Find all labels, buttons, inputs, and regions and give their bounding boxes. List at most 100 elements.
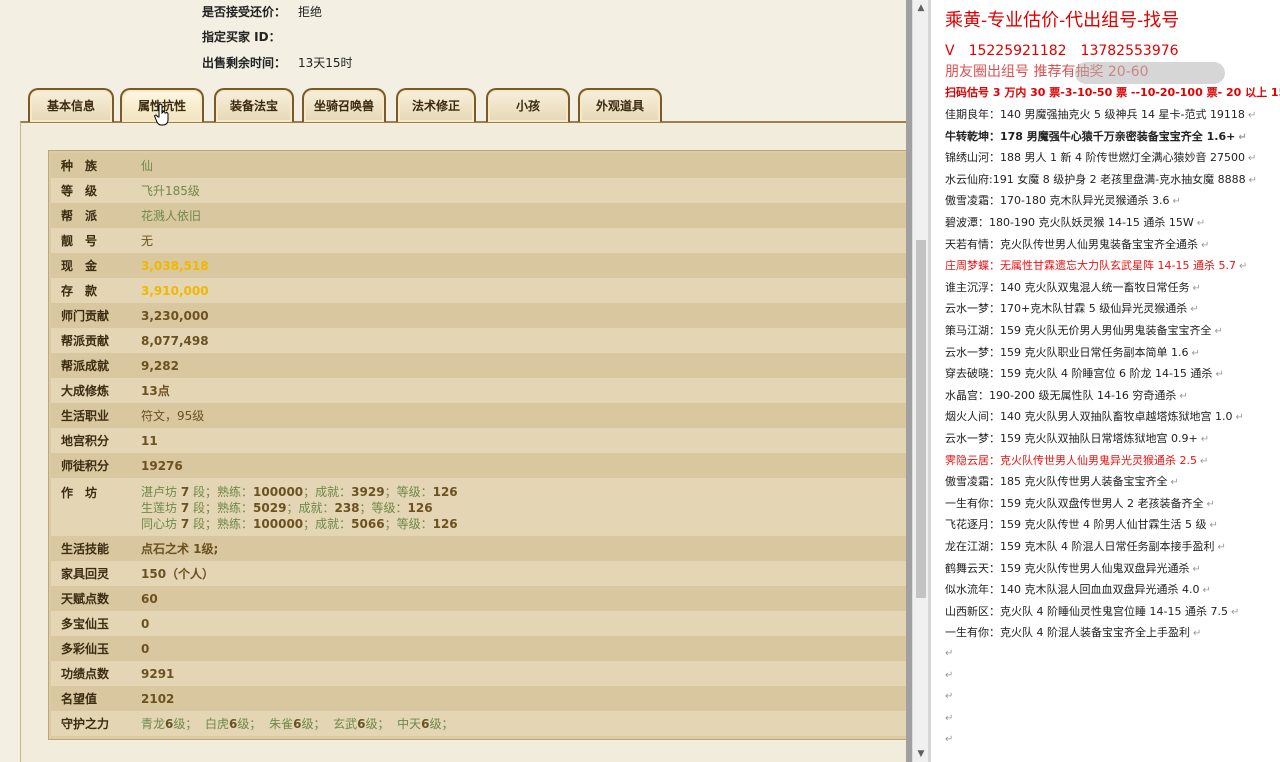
listing-line: 鹤舞云天：159 克火队传世男人仙鬼双盘异光通杀 ↵ [945, 560, 1201, 576]
attr-value: 9291 [141, 666, 175, 681]
listing-line: 庄周梦蝶：无属性甘霖遗忘大力队玄武星阵 14-15 通杀 5.7 ↵ [945, 257, 1247, 273]
guardian-unit: 级； [237, 717, 262, 731]
attr-value: 0 [141, 641, 150, 656]
listing-text: 一生有你：159 克火队双盘传世男人 2 老孩装备齐全 [945, 496, 1204, 510]
guardian-unit: 级； [173, 717, 198, 731]
workshop-grade: 126 [432, 485, 458, 499]
attr-key: 帮派成就 [61, 359, 110, 373]
listing-text: 碧波潭：180-190 克火队妖灵猴 14-15 通杀 15W [945, 216, 1194, 229]
attr-key: 多宝仙玉 [61, 617, 110, 631]
table-row: 多宝仙玉 0 [51, 611, 909, 636]
attr-value: 13点 [141, 384, 170, 398]
seller-notice-panel: 乘黄-专业估价-代出组号-找号 V 15225921182 1378255397… [928, 0, 1280, 762]
workshop-name: 同心坊 [141, 517, 178, 531]
workshop-achv: 5066 [351, 517, 385, 531]
attr-key: 现 金 [61, 259, 98, 273]
listing-line: 天若有情：克火队传世男人仙男鬼装备宝宝齐全通杀 ↵ [945, 236, 1209, 252]
return-mark-icon: ↵ [1200, 434, 1210, 445]
table-row: 功绩点数 9291 [51, 661, 909, 686]
guardian-list: 青龙6级； 白虎6级； 朱雀6级； 玄武6级； 中天6级； [139, 715, 454, 732]
return-mark-icon: ↵ [1238, 261, 1248, 273]
return-mark-icon: ↵ [1206, 498, 1215, 510]
workshop-achv-label: ；成就： [286, 501, 335, 515]
attr-key: 师门贡献 [61, 309, 110, 323]
workshop-grade-label: ；等级： [384, 517, 433, 531]
accept-counter-row: 是否接受还价： 拒绝 [202, 3, 322, 20]
scrollbar-thumb[interactable] [916, 240, 926, 598]
workshop-grade-label: ；等级： [359, 501, 408, 515]
listing-line: 霁隐云居：克火队传世男人仙男鬼异光灵猴通杀 2.5 ↵ [945, 452, 1208, 468]
remaining-time-label: 出售剩余时间： [202, 56, 287, 70]
listing-text: 鹤舞云天：159 克火队传世男人仙鬼双盘异光通杀 [945, 561, 1190, 575]
listing-line: 牛转乾坤：178 男魔强牛心猿千万亲密装备宝宝齐全 1.6+ ↵ [945, 128, 1247, 144]
watermark-overlay [1075, 62, 1225, 84]
notice-phone: V 15225921182 13782553976 [945, 43, 1179, 59]
listing-text: 傲雪凌霜：185 克火队传世男人装备宝宝齐全 [945, 475, 1168, 489]
return-mark-icon: ↵ [1235, 412, 1244, 424]
guardian-unit: 级； [429, 717, 454, 731]
listing-text: 谁主沉浮：140 克火队双鬼混人统一畜牧日常任务 [945, 280, 1190, 294]
attr-key: 存 款 [61, 284, 98, 298]
listing-text: 飞花逐月：159 克火队传世 4 阶男人仙甘霖生活 5 级 [945, 518, 1207, 532]
listing-line: 锦绣山河：188 男人 1 新 4 阶传世燃灯全满心猿妙音 27500 ↵ [945, 149, 1256, 165]
attributes-table: 种 族 仙 等 级 飞升185级 帮 派 花溅人依旧 靓 号 无 现 金 3,038,51… [48, 150, 910, 740]
listing-line: 山西新区：克火队 4 阶睡仙灵性鬼宫位睡 14-15 通杀 7.5 ↵ [945, 603, 1239, 619]
attr-key: 等 级 [61, 184, 98, 198]
vertical-scrollbar[interactable]: ▲ ▼ [912, 0, 928, 762]
listing-text: 云水一梦：159 克火队职业日常任务副本简单 1.6 [945, 345, 1189, 359]
notice-price: 扫码估号 3 万内 30 票-3-10-50 票 --10-20-100 票- … [945, 86, 1280, 99]
remaining-time-row: 出售剩余时间： 13天15时 [202, 54, 353, 71]
empty-line-mark-icon: ↵ [945, 712, 954, 724]
table-row: 多彩仙玉 0 [51, 636, 909, 661]
table-row: 地宫积分 11 [51, 428, 909, 453]
table-row: 名望值 2102 [51, 686, 909, 711]
listing-line: 佳期良年：140 男魔强抽克火 5 级神兵 14 星卡-范式 19118 ↵ [945, 106, 1256, 122]
guardian-name: 中天 [397, 717, 422, 731]
workshop-achv-label: ；成就： [303, 517, 352, 531]
table-row-guardian: 守护之力 青龙6级； 白虎6级； 朱雀6级； 玄武6级； 中天6级； [51, 711, 909, 736]
tab-appearance-items[interactable]: 外观道具 [578, 88, 662, 122]
listing-text: 龙在江湖：159 克木队 4 阶混人日常任务副本接手盈利 [945, 540, 1215, 553]
attr-key: 多彩仙玉 [61, 642, 110, 656]
tab-spell-correction[interactable]: 法术修正 [396, 88, 476, 122]
attr-value: 9,282 [141, 358, 179, 373]
listing-line: 云水一梦：159 克火队双抽队日常塔炼狱地宫 0.9+ ↵ [945, 430, 1209, 446]
table-row: 种 族仙 [51, 153, 909, 178]
listing-text: 锦绣山河：188 男人 1 新 4 阶传世燃灯全满心猿妙音 27500 [945, 151, 1245, 165]
attr-key: 帮派贡献 [61, 334, 110, 348]
listing-text: 一生有你：克火队 4 阶混人装备宝宝齐全上手盈利 [945, 626, 1190, 640]
listing-text: 策马江湖：159 克火队无价男人男仙男鬼装备宝宝齐全 [945, 324, 1212, 337]
table-row: 等 级 飞升185级 [51, 178, 909, 203]
listing-text: 霁隐云居：克火队传世男人仙男鬼异光灵猴通杀 2.5 [945, 453, 1197, 467]
tab-basic-info[interactable]: 基本信息 [28, 88, 114, 122]
return-mark-icon: ↵ [1196, 218, 1206, 229]
tab-children[interactable]: 小孩 [486, 88, 570, 122]
return-mark-icon: ↵ [1238, 131, 1247, 143]
listing-line: 一生有你：克火队 4 阶混人装备宝宝齐全上手盈利 ↵ [945, 624, 1201, 640]
listing-text: 牛转乾坤：178 男魔强牛心猿千万亲密装备宝宝齐全 1.6+ [945, 129, 1236, 143]
scroll-down-arrow-icon[interactable]: ▼ [913, 746, 929, 762]
return-mark-icon: ↵ [1192, 563, 1201, 575]
workshop-seg-label: 段；熟练： [193, 517, 254, 531]
attr-key: 大成修炼 [61, 384, 110, 398]
listing-text: 傲雪凌霜：170-180 克木队异光灵猴通杀 3.6 [945, 194, 1170, 208]
return-mark-icon: ↵ [1247, 153, 1257, 165]
listing-text: 水云仙府:191 女魔 8 级护身 2 老孩里盘满-克水抽女魔 8888 [945, 172, 1246, 186]
workshop-name: 生莲坊 [141, 501, 178, 515]
table-row: 靓 号无 [51, 228, 909, 253]
attr-key: 种 族 [61, 159, 98, 173]
scroll-up-arrow-icon[interactable]: ▲ [913, 0, 929, 16]
return-mark-icon: ↵ [1179, 390, 1188, 402]
attr-key: 名望值 [61, 692, 98, 706]
return-mark-icon: ↵ [1214, 326, 1223, 337]
workshop-achv-label: ；成就： [303, 485, 352, 499]
return-mark-icon: ↵ [1200, 455, 1209, 467]
tab-equipment[interactable]: 装备法宝 [214, 88, 294, 122]
tab-mounts-summons[interactable]: 坐骑召唤兽 [302, 88, 386, 122]
workshop-line: 同心坊 7 段；熟练：100000；成就：5066；等级：126 [141, 516, 458, 532]
table-row: 帮派贡献 8,077,498 [51, 328, 909, 353]
listing-text: 佳期良年：140 男魔强抽克火 5 级神兵 14 星卡-范式 19118 [945, 108, 1245, 121]
listing-line: 傲雪凌霜：185 克火队传世男人装备宝宝齐全 ↵ [945, 473, 1179, 489]
accept-counter-value: 拒绝 [298, 5, 323, 19]
table-row: 生活职业 符文，95级 [51, 403, 909, 428]
